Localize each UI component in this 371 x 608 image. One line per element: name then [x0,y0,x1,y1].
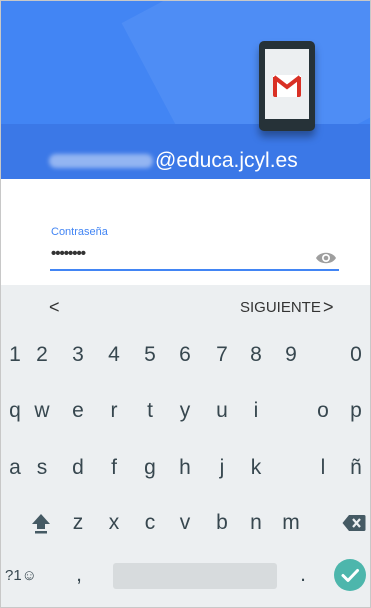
gmail-phone-icon [259,41,315,131]
key-row-bottom: ?1☺ , . [1,555,370,595]
key[interactable]: d [63,448,93,488]
key[interactable]: l [308,448,338,488]
eye-icon[interactable] [314,249,338,267]
key[interactable]: q [1,391,30,431]
key[interactable]: 2 [27,335,57,375]
key[interactable]: n [241,503,271,543]
comma-key[interactable]: , [69,555,89,595]
key[interactable]: t [135,391,165,431]
on-screen-keyboard: < SIGUIENTE > 1 2 3 4 5 6 7 8 9 0 q w e … [1,285,370,607]
space-bar[interactable] [113,563,277,589]
key[interactable]: k [241,448,271,488]
gmail-logo [273,75,301,97]
password-field[interactable]: •••••••• [51,245,86,262]
backspace-icon[interactable] [336,503,370,543]
back-button[interactable]: < [49,297,60,318]
period-key[interactable]: . [293,555,313,595]
key-row-zxcv: z x c v b n m [1,503,370,543]
key[interactable]: u [207,391,237,431]
key[interactable]: s [27,448,57,488]
password-underline [50,269,339,271]
key[interactable]: p [341,391,370,431]
key[interactable]: w [27,391,57,431]
key[interactable]: g [135,448,165,488]
symbols-key[interactable]: ?1☺ [3,555,39,595]
password-label: Contraseña [51,226,108,238]
key[interactable]: ñ [341,448,370,488]
key[interactable]: 1 [1,335,30,375]
key[interactable]: b [207,503,237,543]
key[interactable]: m [276,503,306,543]
masked-username [49,154,153,168]
suggestion-strip: < SIGUIENTE > [1,285,370,331]
key-row-numbers: 1 2 3 4 5 6 7 8 9 0 [1,335,370,375]
key[interactable]: 6 [170,335,200,375]
key[interactable]: 7 [207,335,237,375]
key[interactable]: r [99,391,129,431]
check-icon[interactable] [334,559,366,591]
account-email: @educa.jcyl.es [49,147,298,175]
gmail-login-screen: @educa.jcyl.es Contraseña •••••••• < SIG… [0,0,371,608]
key[interactable]: e [63,391,93,431]
key[interactable]: y [170,391,200,431]
key[interactable]: v [170,503,200,543]
key[interactable]: h [170,448,200,488]
account-domain: @educa.jcyl.es [155,149,298,172]
key[interactable]: f [99,448,129,488]
key-row-qwerty: q w e r t y u i o p [1,391,370,431]
shift-icon[interactable] [23,503,59,543]
key-row-asdf: a s d f g h j k l ñ [1,448,370,488]
key[interactable]: c [135,503,165,543]
header-banner: @educa.jcyl.es [1,1,370,179]
next-arrow-icon[interactable]: > [323,297,334,318]
key[interactable]: x [99,503,129,543]
key[interactable]: 4 [99,335,129,375]
key[interactable]: 9 [276,335,306,375]
key[interactable]: z [63,503,93,543]
key[interactable]: 8 [241,335,271,375]
password-form: Contraseña •••••••• [1,179,370,285]
next-button[interactable]: SIGUIENTE [240,299,321,316]
key[interactable]: 5 [135,335,165,375]
key[interactable]: o [308,391,338,431]
key[interactable]: 0 [341,335,370,375]
key[interactable]: j [207,448,237,488]
key[interactable]: a [1,448,30,488]
key[interactable]: 3 [63,335,93,375]
key[interactable]: i [241,391,271,431]
